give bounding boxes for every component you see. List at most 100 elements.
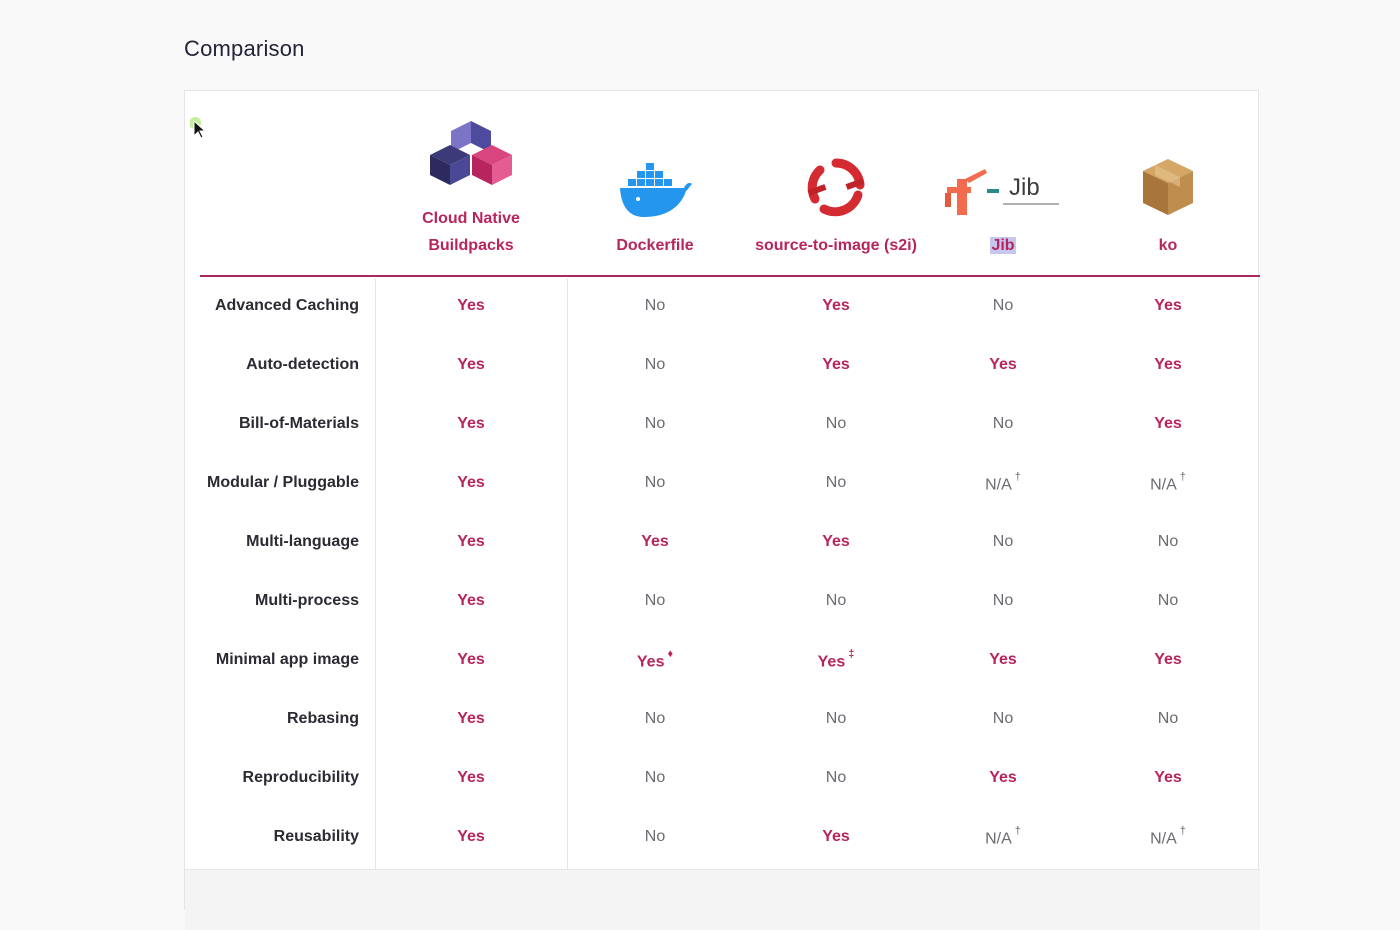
row-label: Minimal app image xyxy=(215,651,359,668)
row-label: Rebasing xyxy=(286,710,359,727)
footnote-mark[interactable]: † xyxy=(1180,471,1186,483)
table-cell: Yes xyxy=(742,533,930,551)
table-footer-row xyxy=(185,869,1260,930)
table-cell: No xyxy=(742,474,930,492)
cell-value: Yes xyxy=(989,356,1017,373)
svg-text:Jib: Jib xyxy=(1009,174,1040,201)
table-cell: No xyxy=(930,415,1076,433)
column-name-jib[interactable]: Jib xyxy=(930,232,1076,259)
cell-value: No xyxy=(644,769,666,786)
footnote-mark[interactable]: † xyxy=(1015,471,1021,483)
cell-value: No xyxy=(644,474,666,491)
table-cell: N/A † xyxy=(1076,825,1260,848)
table-cell: Yes xyxy=(376,415,566,433)
table-cell: No xyxy=(568,710,742,728)
column-header-jib: Jib Jib xyxy=(930,91,1076,277)
table-cell: N/A † xyxy=(930,825,1076,848)
table-cell: No xyxy=(568,415,742,433)
table-cell: No xyxy=(1076,592,1260,610)
table-header: Cloud Native Buildpacks Dockerfile sourc… xyxy=(185,91,1260,277)
footnote-mark[interactable]: ‡ xyxy=(848,648,854,660)
jib-logo: Jib xyxy=(930,165,1076,217)
table-cell: Yes xyxy=(1076,769,1260,787)
table-cell: No xyxy=(568,828,742,846)
table-row: Auto-detection Yes No Yes Yes Yes xyxy=(185,338,1260,397)
table-row: Reusability Yes No Yes N/A † N/A † xyxy=(185,810,1260,869)
row-label: Reusability xyxy=(273,828,359,845)
table-cell: Yes xyxy=(930,769,1076,787)
table-cell: N/A † xyxy=(930,471,1076,494)
table-cell: Yes xyxy=(1076,415,1260,433)
cell-value: Yes xyxy=(457,769,485,786)
column-name-s2i[interactable]: source-to-image (s2i) xyxy=(742,232,930,259)
table-cell: Yes xyxy=(1076,356,1260,374)
table-cell: No xyxy=(568,474,742,492)
cell-value: No xyxy=(825,474,847,491)
table-cell: Yes xyxy=(376,356,566,374)
row-label: Multi-process xyxy=(254,592,359,609)
column-header-ko: ko xyxy=(1076,91,1260,277)
buildpacks-logo xyxy=(376,119,566,191)
table-cell: No xyxy=(930,592,1076,610)
column-name-buildpacks[interactable]: Cloud Native Buildpacks xyxy=(376,205,566,259)
cell-value: Yes xyxy=(822,533,850,550)
cell-value: No xyxy=(825,710,847,727)
cell-value: No xyxy=(1157,533,1179,550)
cell-value: Yes xyxy=(457,474,485,491)
cell-value: No xyxy=(644,592,666,609)
cell-value: Yes xyxy=(457,592,485,609)
row-label: Multi-language xyxy=(246,533,359,550)
cell-value: N/A xyxy=(985,830,1012,848)
table-cell: No xyxy=(568,769,742,787)
cell-value: Yes xyxy=(457,415,485,432)
column-header-buildpacks: Cloud Native Buildpacks xyxy=(376,91,566,277)
footnote-mark[interactable]: ♦ xyxy=(667,648,673,660)
table-row: Bill-of-Materials Yes No No No Yes xyxy=(185,397,1260,456)
cell-value: Yes xyxy=(457,533,485,550)
column-name-dockerfile[interactable]: Dockerfile xyxy=(568,232,742,259)
table-cell: Yes xyxy=(568,533,742,551)
column-name-ko[interactable]: ko xyxy=(1076,232,1260,259)
cell-value: No xyxy=(1157,592,1179,609)
cell-value: Yes xyxy=(989,651,1017,668)
cell-value: Yes xyxy=(636,653,665,671)
column-header-s2i: source-to-image (s2i) xyxy=(742,91,930,277)
table-cell: No xyxy=(1076,533,1260,551)
table-cell: No xyxy=(568,297,742,315)
cell-value: No xyxy=(1157,710,1179,727)
footnote-mark[interactable]: † xyxy=(1015,825,1021,837)
mouse-cursor-icon xyxy=(189,117,207,144)
cell-value: N/A xyxy=(1150,476,1177,494)
cell-value: Yes xyxy=(457,297,485,314)
table-cell: No xyxy=(742,415,930,433)
cell-value: N/A xyxy=(985,476,1012,494)
cell-value: Yes xyxy=(457,828,485,845)
table-row: Modular / Pluggable Yes No No N/A † N/A † xyxy=(185,456,1260,515)
cell-value: Yes xyxy=(1154,297,1182,314)
cell-value: Yes xyxy=(822,356,850,373)
row-label: Modular / Pluggable xyxy=(206,474,359,491)
ko-box-logo xyxy=(1076,157,1260,217)
cell-value: Yes xyxy=(1154,415,1182,432)
cell-value: N/A xyxy=(1150,830,1177,848)
cell-value: No xyxy=(992,592,1014,609)
table-cell: Yes xyxy=(376,474,566,492)
table-row: Advanced Caching Yes No Yes No Yes xyxy=(185,279,1260,338)
table-cell: Yes xyxy=(1076,651,1260,669)
table-row: Multi-language Yes Yes Yes No No xyxy=(185,515,1260,574)
cell-value: No xyxy=(992,533,1014,550)
table-cell: No xyxy=(1076,710,1260,728)
cell-value: Yes xyxy=(817,653,846,671)
cell-value: No xyxy=(992,710,1014,727)
cell-value: Yes xyxy=(822,297,850,314)
table-cell: Yes xyxy=(376,533,566,551)
table-cell: Yes ‡ xyxy=(742,648,930,671)
cell-value: Yes xyxy=(641,533,669,550)
cell-value: Yes xyxy=(457,356,485,373)
openshift-logo xyxy=(742,157,930,217)
footnote-mark[interactable]: † xyxy=(1180,825,1186,837)
cell-value: No xyxy=(644,356,666,373)
table-cell: Yes xyxy=(930,651,1076,669)
table-cell: No xyxy=(568,356,742,374)
table-cell: Yes xyxy=(376,710,566,728)
